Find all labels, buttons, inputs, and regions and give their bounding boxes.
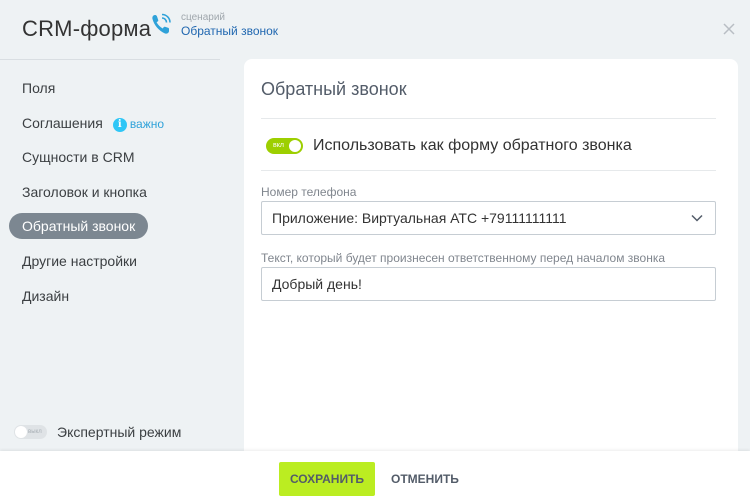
sidebar-item-design[interactable]: Дизайн [9, 283, 82, 309]
sidebar-item-other-settings[interactable]: Другие настройки [9, 248, 150, 274]
settings-card: Обратный звонок вкл Использовать как фор… [244, 59, 738, 451]
sidebar-item-label: Сущности в CRM [22, 149, 135, 165]
toggle-state-text: выкл [28, 429, 42, 435]
footer: СОХРАНИТЬ ОТМЕНИТЬ [0, 451, 750, 502]
sidebar-item-agreements[interactable]: Соглашения i важно [9, 110, 177, 136]
phone-field-label: Номер телефона [261, 185, 357, 199]
header: CRM-форма сценарий Обратный звонок [0, 0, 750, 60]
phone-icon [152, 13, 171, 34]
close-icon[interactable] [722, 22, 736, 36]
cancel-button[interactable]: ОТМЕНИТЬ [391, 462, 459, 496]
divider [261, 118, 716, 119]
sidebar-item-label: Другие настройки [22, 253, 137, 269]
toggle-state-text: вкл [273, 142, 284, 149]
callback-text-label: Текст, который будет произнесен ответств… [261, 251, 666, 265]
save-button[interactable]: СОХРАНИТЬ [279, 462, 375, 496]
sidebar-item-callback[interactable]: Обратный звонок [9, 213, 149, 239]
sidebar-item-crm-entities[interactable]: Сущности в CRM [9, 144, 147, 170]
toggle-knob [15, 426, 27, 438]
sidebar-item-label: Соглашения [22, 115, 103, 131]
sidebar-item-label: Поля [22, 80, 56, 96]
page-title: Обратный звонок [261, 79, 407, 99]
info-icon: i [112, 118, 127, 132]
expert-mode-toggle[interactable]: выкл [14, 425, 47, 439]
sidebar-item-label: Дизайн [22, 288, 70, 304]
app-title: CRM-форма [22, 16, 152, 41]
sidebar-item-fields[interactable]: Поля [9, 75, 68, 101]
divider [261, 170, 716, 171]
sidebar-item-label: Заголовок и кнопка [22, 184, 147, 200]
chevron-down-icon [691, 214, 703, 222]
sidebar-item-header-and-button[interactable]: Заголовок и кнопка [9, 179, 160, 205]
use-callback-label: Использовать как форму обратного звонка [313, 137, 632, 154]
callback-text-input[interactable] [261, 267, 716, 301]
important-note[interactable]: важно [130, 117, 164, 131]
phone-number-value: Приложение: Виртуальная АТС +79111111111 [272, 210, 567, 226]
expert-mode-label: Экспертный режим [57, 424, 182, 440]
header-divider [0, 59, 220, 60]
use-callback-toggle[interactable]: вкл [266, 138, 303, 154]
phone-number-select[interactable]: Приложение: Виртуальная АТС +79111111111 [261, 201, 716, 235]
toggle-knob [289, 140, 301, 152]
scenario-caption: сценарий [181, 12, 225, 23]
scenario-link[interactable]: Обратный звонок [181, 24, 278, 38]
sidebar-item-label: Обратный звонок [22, 218, 136, 234]
